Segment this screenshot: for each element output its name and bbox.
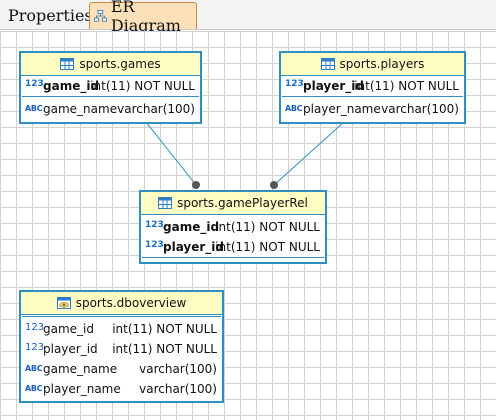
column-name: player_name [43, 382, 121, 396]
column-row[interactable]: 123 player_id int(11) NOT NULL [21, 339, 222, 359]
table-icon [60, 58, 75, 70]
numeric-type-icon: 123 [25, 342, 45, 353]
column-type: int(11) NOT NULL [215, 220, 320, 234]
entity-dboverview-title: sports.dboverview [75, 296, 187, 310]
numeric-key-icon: 123 [145, 240, 164, 250]
column-type: int(11) NOT NULL [112, 322, 217, 336]
entity-gameplayerrel[interactable]: sports.gamePlayerRel 123 game_id int(11)… [139, 190, 327, 264]
entity-dboverview-header[interactable]: sports.dboverview [21, 292, 222, 315]
numeric-type-icon: 123 [25, 322, 45, 333]
entity-players-header[interactable]: sports.players [281, 53, 464, 76]
column-type: int(11) NOT NULL [215, 240, 320, 254]
column-name: game_id [163, 220, 220, 234]
entity-gameplayerrel-header[interactable]: sports.gamePlayerRel [141, 192, 325, 215]
relation-endpoint-players [270, 181, 278, 189]
column-row[interactable]: 123 game_id int(11) NOT NULL [141, 217, 325, 237]
column-type: int(11) NOT NULL [112, 342, 217, 356]
column-type: int(11) NOT NULL [354, 79, 459, 93]
relation-endpoint-games [192, 181, 200, 189]
column-type: varchar(100) [139, 362, 217, 376]
column-name: game_name [43, 362, 118, 376]
column-row[interactable]: ABC game_name varchar(100) [21, 99, 200, 119]
column-row[interactable]: ABC player_name varchar(100) [281, 99, 464, 119]
column-type: varchar(100) [381, 102, 459, 116]
text-type-icon: ABC [25, 104, 43, 113]
column-name: game_id [43, 322, 94, 336]
numeric-key-icon: 123 [145, 220, 164, 230]
entity-players[interactable]: sports.players 123 player_id int(11) NOT… [279, 51, 466, 124]
column-row[interactable]: 123 player_id int(11) NOT NULL [141, 237, 325, 257]
column-type: varchar(100) [117, 102, 195, 116]
table-icon [158, 197, 173, 209]
entity-games[interactable]: sports.games 123 game_id int(11) NOT NUL… [19, 51, 202, 124]
column-row[interactable]: ABC game_name varchar(100) [21, 359, 222, 379]
text-type-icon: ABC [25, 384, 43, 393]
numeric-key-icon: 123 [25, 79, 44, 89]
column-row[interactable]: 123 player_id int(11) NOT NULL [281, 76, 464, 96]
column-row[interactable]: 123 game_id int(11) NOT NULL [21, 319, 222, 339]
numeric-key-icon: 123 [285, 79, 304, 89]
view-icon [56, 297, 71, 309]
column-type: varchar(100) [139, 382, 217, 396]
column-name: player_name [303, 102, 381, 116]
column-row[interactable]: ABC player_name varchar(100) [21, 379, 222, 399]
entity-dboverview[interactable]: sports.dboverview 123 game_id int(11) NO… [19, 290, 224, 403]
entity-games-header[interactable]: sports.games [21, 53, 200, 76]
column-row[interactable]: 123 game_id int(11) NOT NULL [21, 76, 200, 96]
entity-games-title: sports.games [79, 57, 161, 71]
column-type: int(11) NOT NULL [90, 79, 195, 93]
relation-line-games[interactable] [145, 121, 197, 186]
column-name: game_name [43, 102, 118, 116]
entity-players-title: sports.players [339, 57, 425, 71]
text-type-icon: ABC [25, 364, 43, 373]
table-icon [320, 58, 335, 70]
column-name: player_id [43, 342, 98, 356]
key-separator [142, 257, 324, 260]
entity-gameplayerrel-title: sports.gamePlayerRel [177, 196, 308, 210]
text-type-icon: ABC [285, 104, 303, 113]
relation-line-players[interactable] [273, 121, 345, 186]
